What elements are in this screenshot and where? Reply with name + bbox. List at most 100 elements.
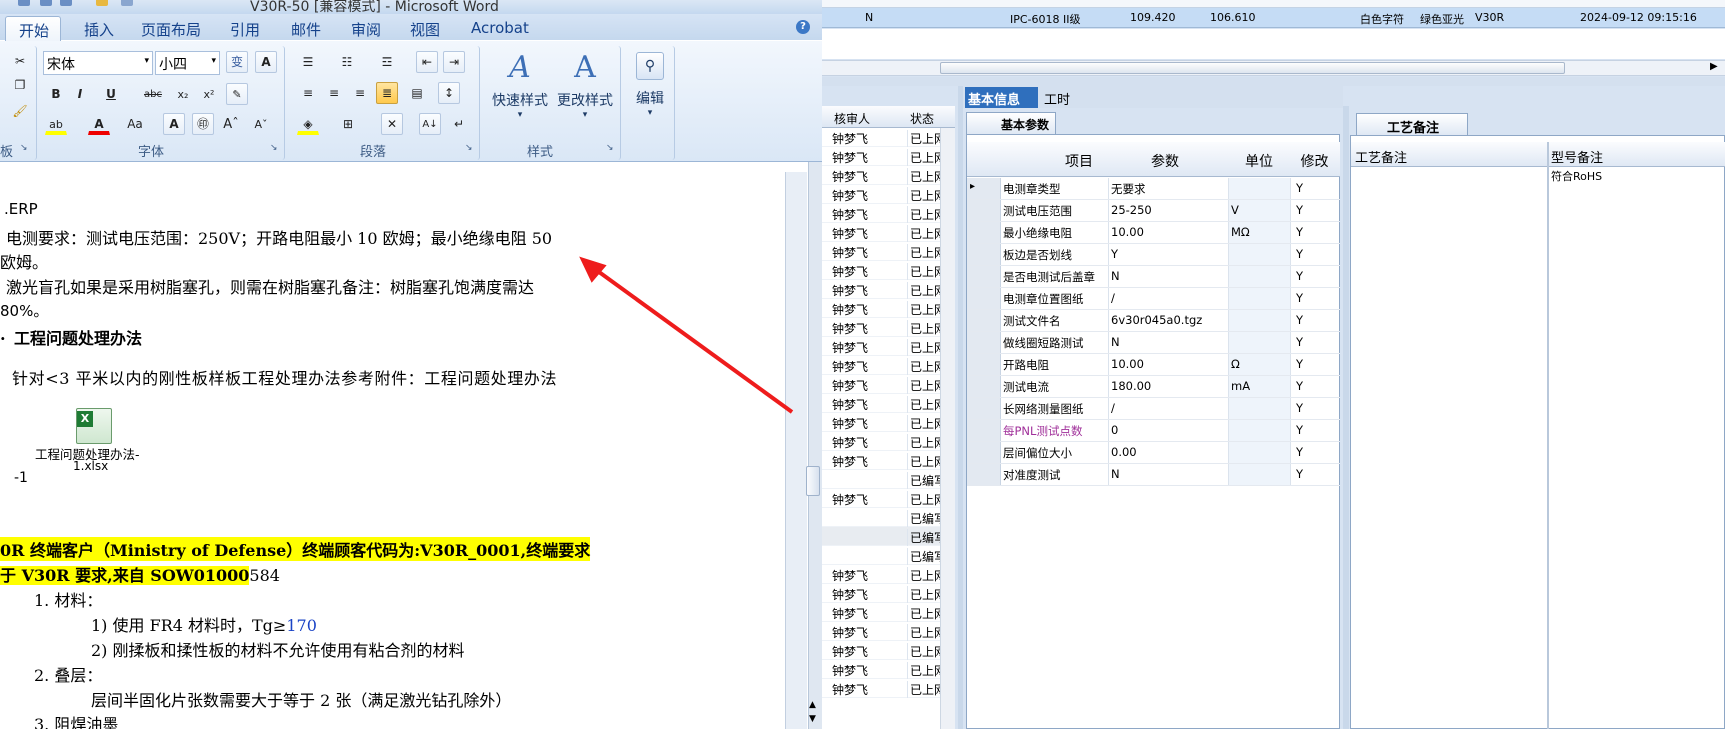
list-item[interactable]: 钟梦飞 已上网 — [820, 337, 945, 356]
list-item[interactable]: 钟梦飞 已上网 — [820, 432, 945, 451]
row-indicator[interactable] — [967, 442, 1001, 463]
borders-icon[interactable]: ⊞ — [337, 113, 359, 135]
list-item[interactable]: 钟梦飞 已上网 — [820, 128, 945, 147]
tab-work-hours[interactable]: 工时 — [1040, 87, 1080, 108]
enclose-char-icon[interactable]: ㊞ — [192, 113, 214, 135]
list-item[interactable]: 钟梦飞 已上网 — [820, 603, 945, 622]
tab-references[interactable]: 引用 — [230, 19, 260, 40]
tab-home[interactable]: 开始 — [5, 16, 61, 42]
table-row[interactable]: ▸ 电测章类型 无要求 Y — [967, 178, 1340, 200]
list-item[interactable]: 钟梦飞 已上网 — [820, 147, 945, 166]
multilevel-list-icon[interactable]: ☲ — [376, 51, 398, 73]
list-item[interactable]: 已编写 — [820, 546, 945, 565]
col-process-notes[interactable]: 工艺备注 — [1355, 147, 1407, 166]
list-item[interactable]: 钟梦飞 已上网 — [820, 413, 945, 432]
cell-param[interactable]: 10.00 — [1108, 354, 1228, 375]
print-icon[interactable] — [60, 0, 72, 6]
undo-icon[interactable] — [18, 0, 30, 6]
list-item[interactable]: 钟梦飞 已上网 — [820, 356, 945, 375]
cell-param[interactable]: N — [1108, 464, 1228, 485]
char-border-icon[interactable]: A — [255, 51, 277, 73]
row-indicator[interactable]: ▸ — [967, 178, 1001, 199]
styles-dialog-launcher-icon[interactable]: ↘ — [606, 143, 614, 153]
cell-modify[interactable]: Y — [1290, 442, 1340, 463]
underline-icon[interactable]: U — [100, 83, 122, 105]
tab-basic-params[interactable]: 基本参数 — [966, 112, 1056, 134]
font-color-icon[interactable]: A — [88, 113, 110, 135]
list-item[interactable]: 钟梦飞 已上网 — [820, 451, 945, 470]
list-scrollbar[interactable] — [940, 128, 955, 729]
splitter-left[interactable] — [958, 86, 963, 729]
list-item[interactable]: 钟梦飞 已上网 — [820, 394, 945, 413]
list-item[interactable]: 钟梦飞 已上网 — [820, 261, 945, 280]
cell-unit[interactable] — [1228, 244, 1290, 265]
show-marks-icon[interactable]: ↵ — [448, 113, 470, 135]
grow-font-icon[interactable]: Aˆ — [220, 113, 242, 135]
list-item[interactable]: 钟梦飞 已上网 — [820, 318, 945, 337]
row-indicator[interactable] — [967, 376, 1001, 397]
table-row[interactable]: 对准度测试 N Y — [967, 464, 1340, 486]
cell-param[interactable]: 无要求 — [1108, 178, 1228, 199]
table-row[interactable]: 最小绝缘电阻 10.00 MΩ Y — [967, 222, 1340, 244]
excel-file-icon[interactable]: X — [76, 408, 112, 444]
horizontal-scroll-thumb[interactable] — [940, 62, 1565, 74]
superscript-icon[interactable]: x² — [198, 83, 220, 105]
phonetic-guide-icon[interactable]: 变 — [226, 51, 248, 73]
cell-param[interactable]: / — [1108, 398, 1228, 419]
cell-param[interactable]: N — [1108, 266, 1228, 287]
subscript-icon[interactable]: x₂ — [172, 83, 194, 105]
list-item[interactable]: 钟梦飞 已上网 — [820, 280, 945, 299]
row-indicator[interactable] — [967, 420, 1001, 441]
list-item[interactable]: 钟梦飞 已上网 — [820, 584, 945, 603]
list-item[interactable]: 钟梦飞 已上网 — [820, 489, 945, 508]
cell-modify[interactable]: Y — [1290, 354, 1340, 375]
cell-modify[interactable]: Y — [1290, 266, 1340, 287]
cell-unit[interactable] — [1228, 464, 1290, 485]
table-row[interactable]: 是否电测试后盖章 N Y — [967, 266, 1340, 288]
table-row[interactable]: 电测章位置图纸 / Y — [967, 288, 1340, 310]
row-indicator[interactable] — [967, 398, 1001, 419]
edit-button[interactable]: ⚲ 编辑 ▾ — [627, 52, 673, 118]
align-left-icon[interactable]: ≡ — [297, 82, 319, 104]
distributed-icon[interactable]: ▤ — [406, 82, 428, 104]
row-indicator[interactable] — [967, 266, 1001, 287]
model-note-cell[interactable]: 符合RoHS — [1551, 168, 1602, 184]
table-row[interactable]: 测试电流 180.00 mA Y — [967, 376, 1340, 398]
cell-unit[interactable] — [1228, 332, 1290, 353]
list-item[interactable]: 钟梦飞 已上网 — [820, 223, 945, 242]
table-row[interactable]: 开路电阻 10.00 Ω Y — [967, 354, 1340, 376]
list-item[interactable]: 钟梦飞 已上网 — [820, 622, 945, 641]
tab-mailings[interactable]: 邮件 — [291, 19, 321, 40]
scroll-down-arrow-icon[interactable]: ▼ — [809, 714, 816, 724]
table-row[interactable]: 测试电压范围 25-250 V Y — [967, 200, 1340, 222]
new-doc-icon[interactable] — [121, 0, 133, 6]
cell-param[interactable]: / — [1108, 288, 1228, 309]
redo-icon[interactable] — [40, 0, 52, 6]
increase-indent-icon[interactable]: ⇥ — [443, 51, 465, 73]
cell-unit[interactable]: MΩ — [1228, 222, 1290, 243]
list-item[interactable]: 钟梦飞 已上网 — [820, 375, 945, 394]
para-dialog-launcher-icon[interactable]: ↘ — [465, 143, 473, 153]
clear-format-icon[interactable]: ✎ — [226, 83, 248, 105]
cut-icon[interactable]: ✂ — [9, 50, 31, 72]
bold-icon[interactable]: B — [45, 83, 67, 105]
change-styles-button[interactable]: A 更改样式 ▾ — [552, 50, 618, 120]
doc-scroll-thumb[interactable] — [806, 466, 820, 496]
cell-param[interactable]: 25-250 — [1108, 200, 1228, 221]
list-item[interactable]: 钟梦飞 已上网 — [820, 166, 945, 185]
tab-view[interactable]: 视图 — [410, 19, 440, 40]
tab-page-layout[interactable]: 页面布局 — [141, 19, 201, 40]
row-indicator[interactable] — [967, 310, 1001, 331]
row-indicator[interactable] — [967, 200, 1001, 221]
justify-icon[interactable]: ≣ — [376, 82, 398, 104]
font-dialog-launcher-icon[interactable]: ↘ — [270, 143, 278, 153]
cell-param[interactable]: 0.00 — [1108, 442, 1228, 463]
shading-icon[interactable]: ◈ — [297, 113, 319, 135]
list-item[interactable]: 钟梦飞 已上网 — [820, 641, 945, 660]
col-status[interactable]: 状态 — [910, 110, 934, 127]
asian-layout-icon[interactable]: ✕ — [381, 113, 403, 135]
list-item[interactable]: 钟梦飞 已上网 — [820, 565, 945, 584]
col-reviewer[interactable]: 核审人 — [834, 110, 870, 127]
cell-modify[interactable]: Y — [1290, 288, 1340, 309]
list-item[interactable]: 钟梦飞 已上网 — [820, 204, 945, 223]
